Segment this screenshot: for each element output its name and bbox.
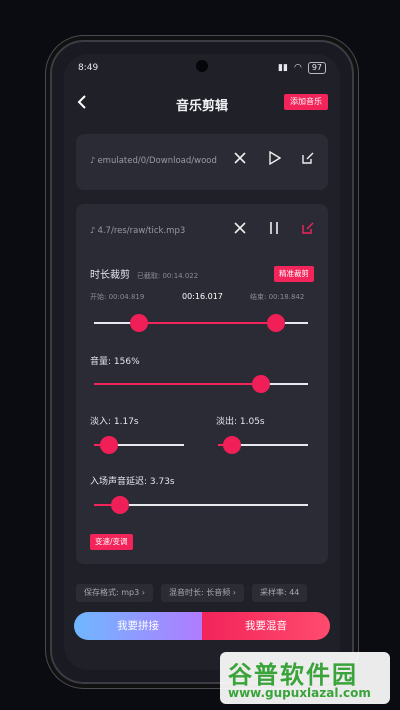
trim-range-fill [138,322,276,324]
pause-icon [270,222,278,234]
watermark-url: www.gupuxlazal.com [228,686,371,700]
settings-chips: 保存格式: mp3 › 混音时长: 长音频 › 采样率: 44 [76,584,340,604]
fadein-handle[interactable] [100,436,119,454]
speed-pitch-button[interactable]: 变速/变调 [90,534,133,550]
trim-captured: 已截取: 00:14.022 [136,272,199,280]
pause-button[interactable] [266,220,282,236]
edit-button[interactable] [300,150,316,166]
signal-icon: ▮▮ [278,63,288,73]
delay-slider[interactable] [94,496,308,514]
close-icon [234,222,246,234]
fadein-label: 淡入: 1.17s [90,417,139,427]
chevron-right-icon: › [141,588,145,597]
edit-button-active[interactable] [300,220,316,236]
volume-slider[interactable] [94,375,308,393]
close-button[interactable] [232,150,248,166]
top-bar: 音乐剪辑 添加音乐 [64,88,340,122]
music-note-icon: ♪ [90,226,96,236]
fadein-slider[interactable] [94,436,184,454]
close-icon [234,152,246,164]
fadeout-label: 淡出: 1.05s [216,417,265,427]
delay-label: 入场声音延迟: 3.73s [90,477,175,487]
fadeout-handle[interactable] [222,436,241,454]
add-music-button[interactable]: 添加音乐 [284,94,328,110]
music-note-icon: ♪ [90,156,96,166]
edit-icon [302,222,314,234]
camera-notch [196,60,208,72]
trim-start: 开始: 00:04.819 [90,293,145,301]
trim-title: 时长裁剪 [90,270,130,281]
chevron-right-icon: › [232,588,236,597]
volume-handle[interactable] [251,375,270,393]
format-chip[interactable]: 保存格式: mp3 › [76,584,153,602]
music-card-2: ♪ 4.7/res/raw/tick.mp3 时长裁剪 已截取: 00:14.0… [76,204,328,564]
wifi-icon: ◠ [293,63,302,73]
precise-trim-button[interactable]: 精准裁剪 [274,266,314,282]
fadeout-slider[interactable] [218,436,308,454]
action-bar: 我要拼接 我要混音 [74,612,330,640]
watermark-logo: 谷普软件园 www.gupuxlazal.com [220,652,390,704]
app-screen: 8:49 ▮▮ ◠ 97 音乐剪辑 添加音乐 ♪ emulated/0/Down… [64,54,340,670]
music-card-1: ♪ emulated/0/Download/wood [76,134,328,190]
concat-button[interactable]: 我要拼接 [74,612,202,640]
status-time: 8:49 [78,63,99,73]
play-button[interactable] [266,150,282,166]
play-icon [269,151,281,165]
edit-icon [302,152,314,164]
trim-slider[interactable] [94,314,308,332]
mix-button[interactable]: 我要混音 [202,612,330,640]
trim-end: 结束: 00:18.842 [250,293,305,301]
trim-start-handle[interactable] [129,314,148,332]
trim-current: 00:16.017 [182,292,223,301]
trim-end-handle[interactable] [266,314,285,332]
volume-fill [94,383,261,385]
samplerate-chip[interactable]: 采样率: 44 [251,584,308,602]
duration-chip[interactable]: 混音时长: 长音频 › [160,584,244,602]
volume-label: 音量: 156% [90,357,140,367]
watermark-brand: 谷普软件园 [228,661,358,689]
music-path-1: ♪ emulated/0/Download/wood [90,156,217,166]
delay-handle[interactable] [110,496,129,514]
battery-icon: 97 [307,62,326,74]
music-path-2: ♪ 4.7/res/raw/tick.mp3 [90,226,186,236]
phone-frame: 8:49 ▮▮ ◠ 97 音乐剪辑 添加音乐 ♪ emulated/0/Down… [50,40,354,684]
close-button[interactable] [232,220,248,236]
